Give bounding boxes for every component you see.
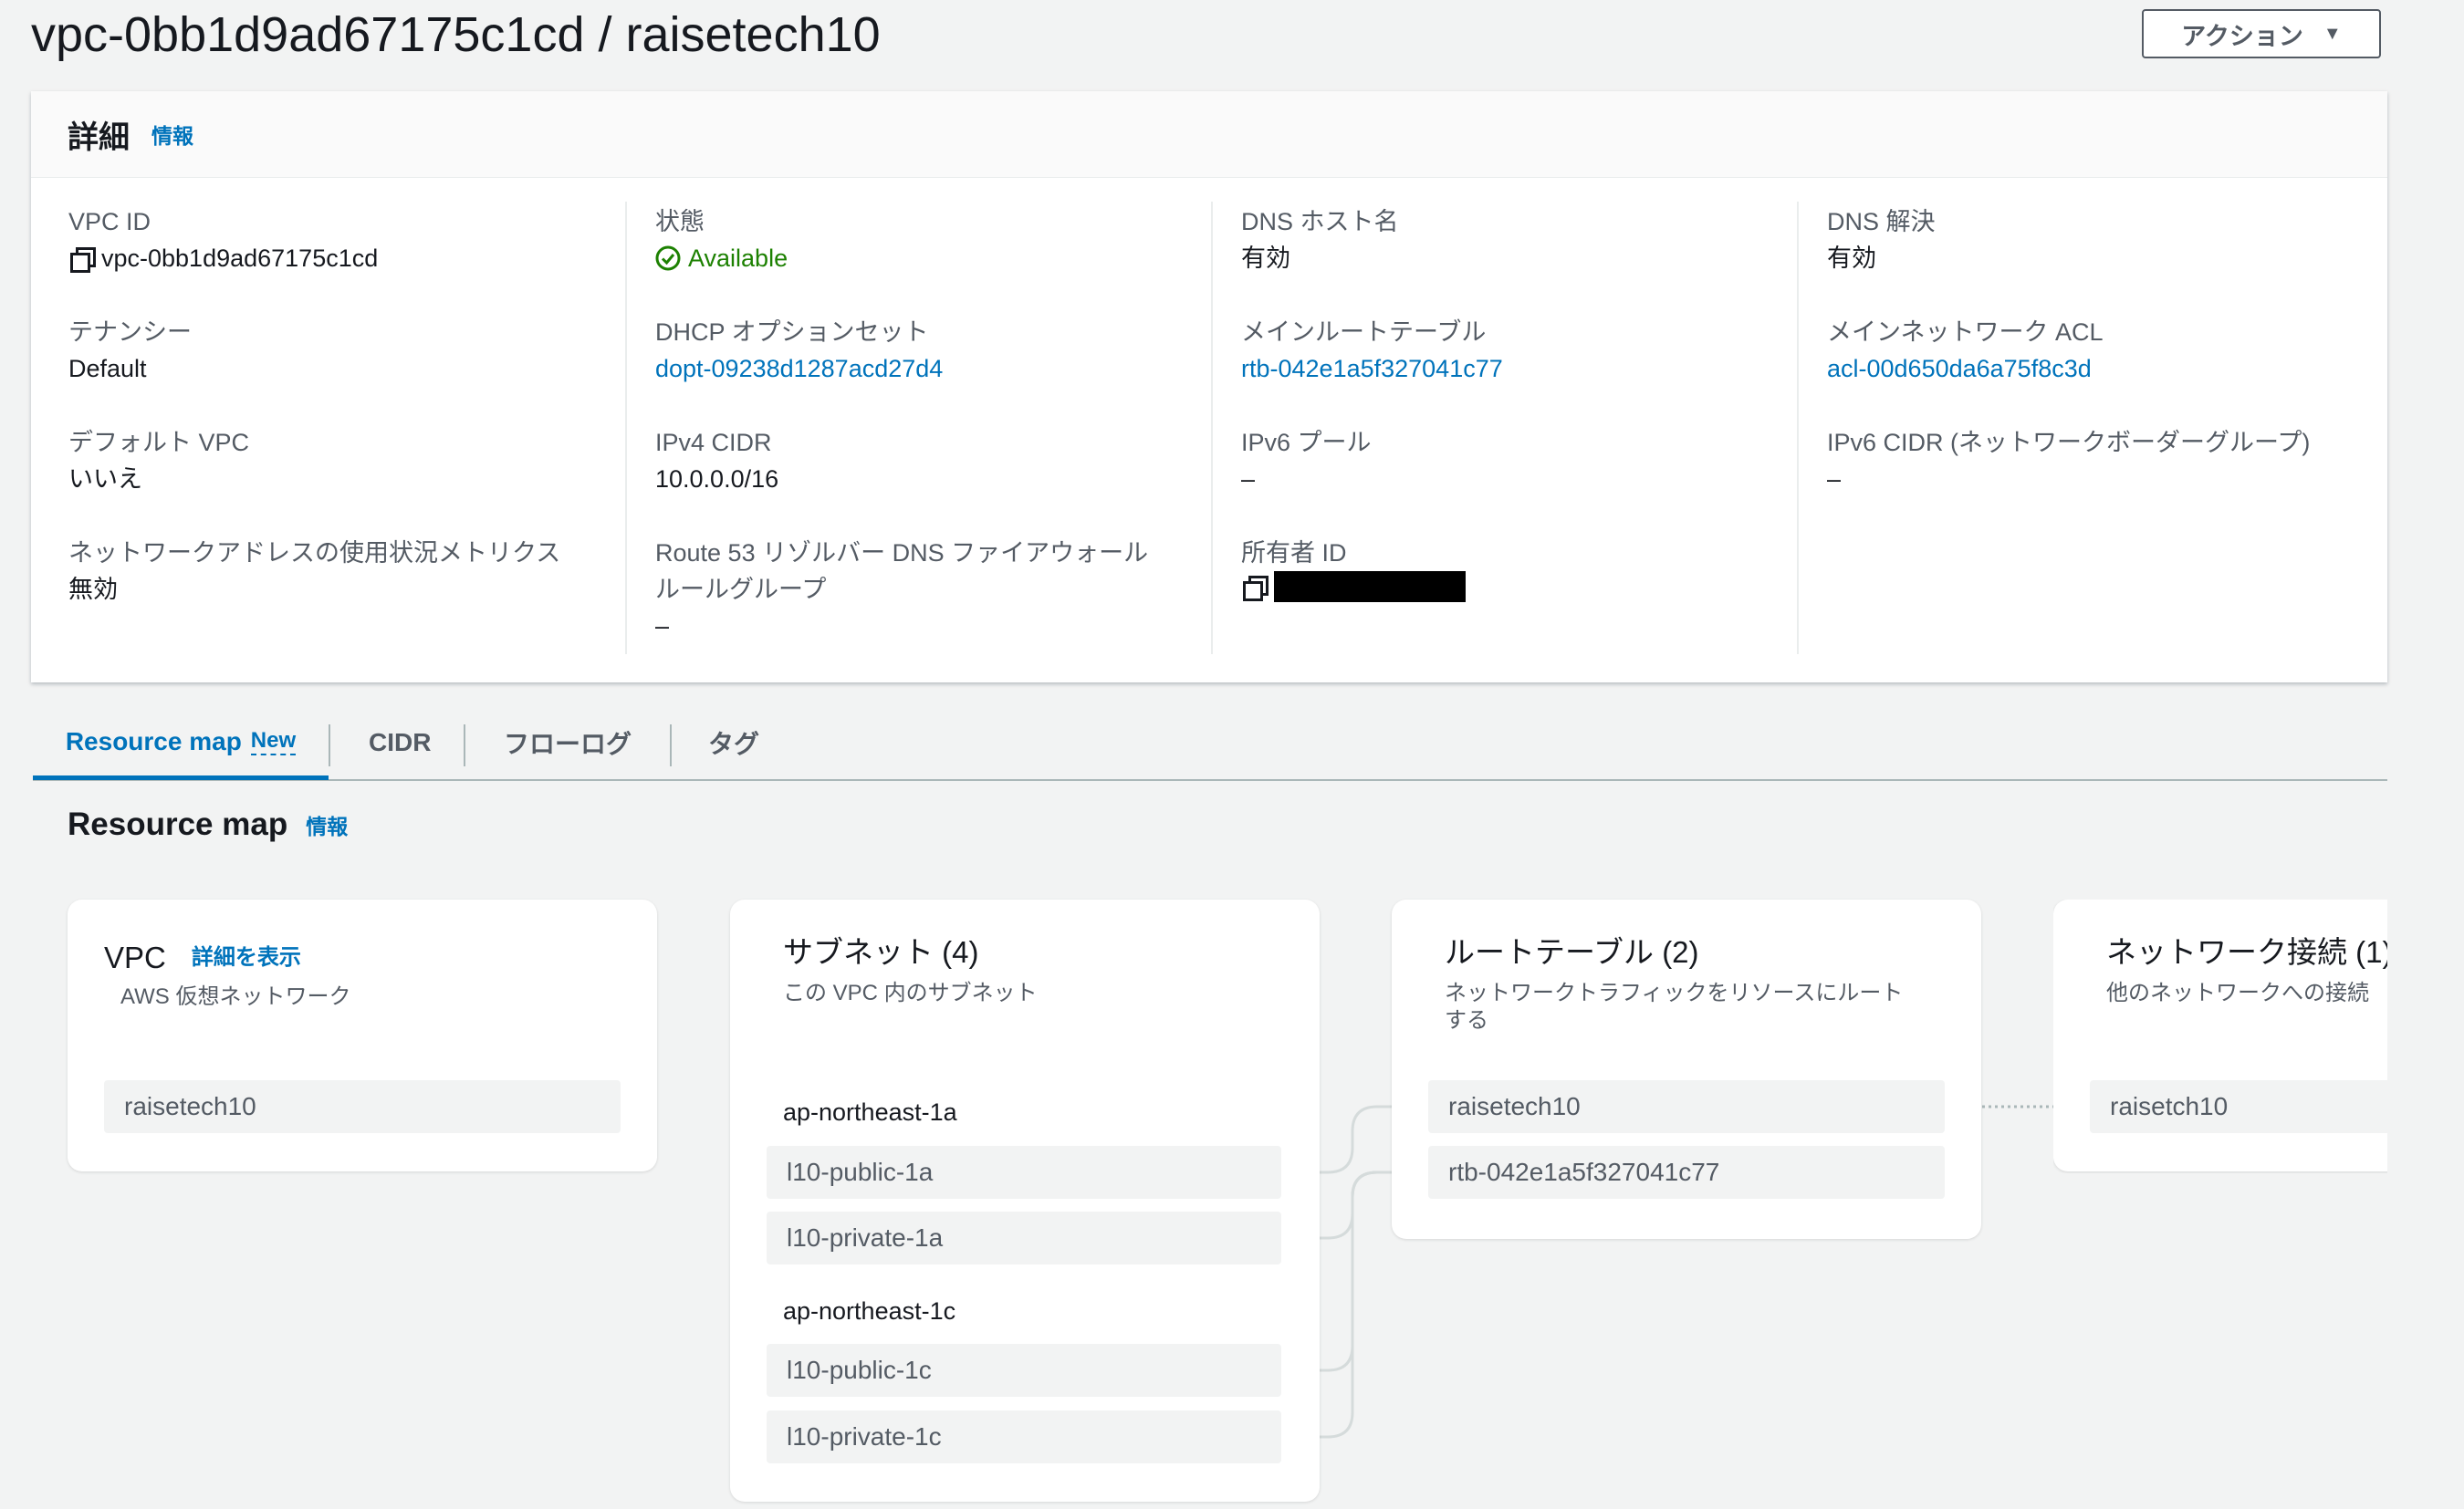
dns-firewall-label-line1: Route 53 リゾルバー DNS ファイアウォール (655, 539, 1149, 567)
tenancy-label: テナンシー (68, 318, 192, 346)
address-metrics-field: ネットワークアドレスの使用状況メトリクス 無効 (68, 535, 616, 608)
caret-down-icon: ▼ (2323, 23, 2342, 44)
tab-separator (329, 724, 330, 766)
network-card-clip: ネットワーク接続 (1) 他のネットワークへの接続 raisetch10 (2053, 900, 2387, 1173)
tab-bar: Resource map New CIDR フローログ タグ (33, 708, 2387, 781)
tenancy-field: テナンシー Default (68, 314, 616, 387)
resource-map-title: Resource map 情報 (68, 807, 348, 843)
copy-icon[interactable] (68, 245, 96, 273)
route-table-item[interactable]: rtb-042e1a5f327041c77 (1428, 1146, 1945, 1199)
subnets-card-title: サブネット (4) (783, 935, 979, 969)
network-card-title: ネットワーク接続 (1) (2106, 935, 2387, 969)
vpc-id-value: vpc-0bb1d9ad67175c1cd (101, 245, 379, 272)
owner-id-redacted (1274, 571, 1466, 602)
subnets-card-subtitle: この VPC 内のサブネット (783, 981, 1038, 1005)
owner-id-field: 所有者 ID (1241, 535, 1789, 602)
main-network-acl-link[interactable]: acl-00d650da6a75f8c3d (1827, 350, 2375, 387)
new-badge: New (250, 728, 297, 755)
state-value: Available (688, 245, 788, 272)
dns-hostnames-value: 有効 (1241, 245, 1290, 272)
dhcp-options-link[interactable]: dopt-09238d1287acd27d4 (655, 350, 1203, 387)
actions-label: アクション (2181, 22, 2303, 50)
ipv4-cidr-value: 10.0.0.0/16 (655, 465, 779, 493)
ipv6-cidr-value: – (1827, 465, 1842, 493)
dhcp-options-label: DHCP オプションセット (655, 318, 929, 346)
dns-firewall-label-line2: ルールグループ (655, 576, 827, 603)
route-tables-subtitle-line1: ネットワークトラフィックをリソースにルート (1445, 981, 1904, 1005)
owner-id-label: 所有者 ID (1241, 539, 1347, 567)
tab-separator (670, 724, 672, 766)
main-route-table-link[interactable]: rtb-042e1a5f327041c77 (1241, 350, 1789, 387)
dns-firewall-value: – (655, 612, 670, 640)
main-network-acl-field: メインネットワーク ACL acl-00d650da6a75f8c3d (1827, 314, 2375, 387)
vpc-id-field: VPC ID vpc-0bb1d9ad67175c1cd (68, 203, 616, 276)
column-divider (1797, 202, 1799, 654)
dns-firewall-field: Route 53 リゾルバー DNS ファイアウォール ルールグループ – (655, 535, 1203, 644)
actions-dropdown-button[interactable]: アクション ▼ (2142, 9, 2381, 58)
route-tables-card: ルートテーブル (2) ネットワークトラフィックをリソースにルート する rai… (1392, 900, 1981, 1239)
default-vpc-value: いいえ (68, 465, 142, 493)
address-metrics-value: 無効 (68, 576, 118, 603)
ipv6-pool-field: IPv6 プール – (1241, 424, 1789, 497)
az-label: ap-northeast-1c (783, 1297, 956, 1325)
default-vpc-label: デフォルト VPC (68, 429, 250, 456)
vpc-card-subtitle: AWS 仮想ネットワーク (120, 984, 351, 1009)
tab-cidr[interactable]: CIDR (369, 708, 431, 777)
vpc-card-title: VPC (104, 941, 166, 974)
resource-map-heading: Resource map (68, 807, 288, 842)
tab-separator (464, 724, 465, 766)
copy-icon[interactable] (1241, 574, 1269, 601)
default-vpc-field: デフォルト VPC いいえ (68, 424, 616, 497)
ipv4-cidr-label: IPv4 CIDR (655, 429, 772, 456)
vpc-detail-link[interactable]: 詳細を表示 (192, 936, 301, 980)
details-title: 詳細 (68, 120, 130, 155)
address-metrics-label: ネットワークアドレスの使用状況メトリクス (68, 539, 561, 567)
subnet-item[interactable]: l10-public-1c (767, 1344, 1281, 1397)
ipv6-cidr-field: IPv6 CIDR (ネットワークボーダーグループ) – (1827, 424, 2375, 497)
subnet-item[interactable]: l10-public-1a (767, 1146, 1281, 1199)
details-info-link[interactable]: 情報 (151, 119, 193, 150)
dns-resolution-field: DNS 解決 有効 (1827, 203, 2375, 276)
main-route-table-field: メインルートテーブル rtb-042e1a5f327041c77 (1241, 314, 1789, 387)
dns-hostnames-field: DNS ホスト名 有効 (1241, 203, 1789, 276)
ipv6-pool-label: IPv6 プール (1241, 429, 1372, 456)
tab-tags[interactable]: タグ (708, 708, 759, 777)
main-network-acl-label: メインネットワーク ACL (1827, 318, 2104, 346)
vpc-card: VPC 詳細を表示 AWS 仮想ネットワーク raisetech10 (68, 900, 657, 1171)
az-label: ap-northeast-1a (783, 1098, 957, 1126)
tenancy-value: Default (68, 355, 147, 382)
ipv4-cidr-field: IPv4 CIDR 10.0.0.0/16 (655, 424, 1203, 497)
subnet-item[interactable]: l10-private-1a (767, 1212, 1281, 1264)
ipv6-cidr-label: IPv6 CIDR (ネットワークボーダーグループ) (1827, 429, 2311, 456)
vpc-id-label: VPC ID (68, 208, 151, 235)
details-header: 詳細 情報 (31, 91, 2387, 178)
dns-resolution-value: 有効 (1827, 245, 1876, 272)
column-divider (625, 202, 627, 654)
network-item[interactable]: raisetch10 (2090, 1080, 2387, 1133)
subnet-item[interactable]: l10-private-1c (767, 1410, 1281, 1463)
dhcp-options-field: DHCP オプションセット dopt-09238d1287acd27d4 (655, 314, 1203, 387)
resource-map-info-link[interactable]: 情報 (306, 809, 348, 840)
state-label: 状態 (655, 208, 705, 235)
route-tables-subtitle-line2: する (1445, 1008, 1488, 1033)
state-field: 状態 Available (655, 203, 1203, 276)
dns-hostnames-label: DNS ホスト名 (1241, 208, 1399, 235)
network-connections-card: ネットワーク接続 (1) 他のネットワークへの接続 raisetch10 (2053, 900, 2387, 1171)
dns-resolution-label: DNS 解決 (1827, 208, 1936, 235)
tab-resource-map[interactable]: Resource map New (33, 708, 329, 780)
vpc-item[interactable]: raisetech10 (104, 1080, 621, 1133)
subnets-card: サブネット (4) この VPC 内のサブネット ap-northeast-1a… (730, 900, 1320, 1502)
tab-flow-logs[interactable]: フローログ (504, 708, 632, 777)
main-route-table-label: メインルートテーブル (1241, 318, 1487, 346)
ipv6-pool-value: – (1241, 465, 1256, 493)
page-title: vpc-0bb1d9ad67175c1cd / raisetech10 (31, 7, 881, 62)
network-card-subtitle: 他のネットワークへの接続 (2106, 981, 2369, 1005)
route-tables-card-title: ルートテーブル (2) (1445, 935, 1699, 969)
route-table-item[interactable]: raisetech10 (1428, 1080, 1945, 1133)
check-circle-icon (655, 245, 681, 271)
column-divider (1211, 202, 1213, 654)
details-panel: 詳細 情報 VPC ID vpc-0bb1d9ad67175c1cd テナンシー… (31, 91, 2387, 682)
tab-resource-map-label: Resource map (65, 727, 242, 755)
